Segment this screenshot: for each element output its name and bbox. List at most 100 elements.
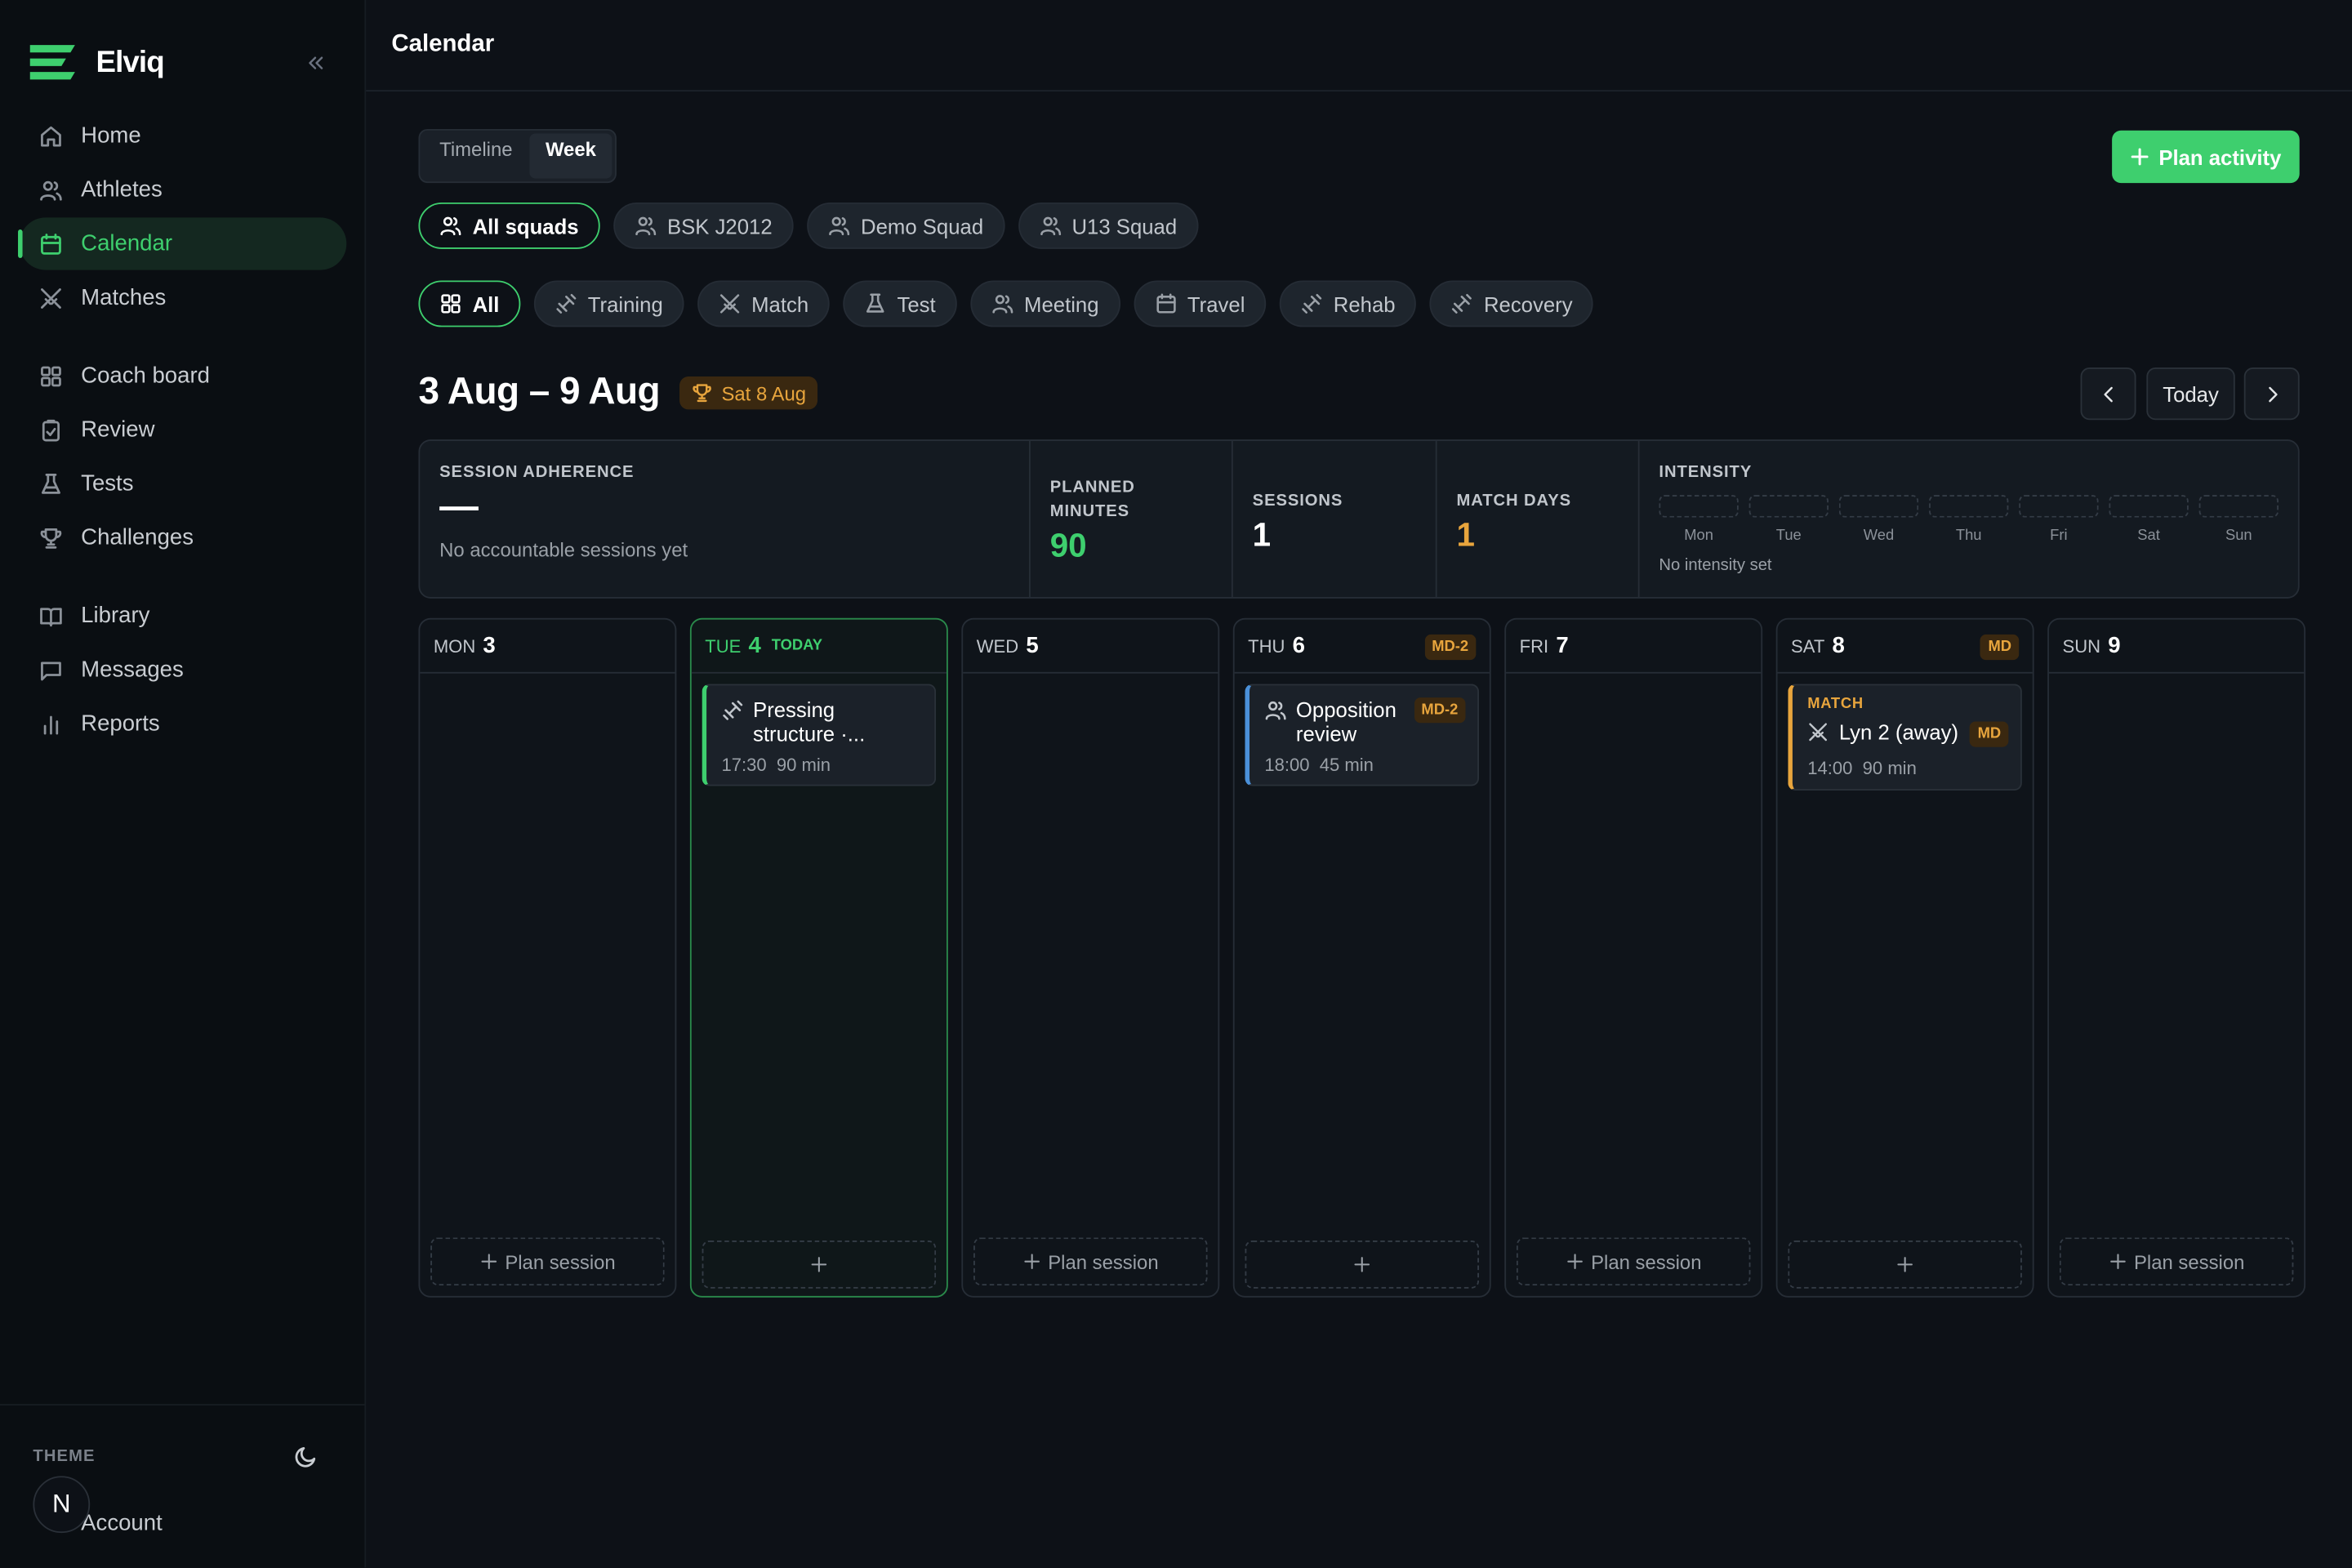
stat-label: MATCH DAYS bbox=[1456, 492, 1572, 510]
calendar-icon bbox=[41, 233, 61, 254]
plan-session-button[interactable]: Plan session bbox=[973, 1237, 1208, 1286]
type-chip-recovery[interactable]: Recovery bbox=[1429, 280, 1594, 327]
chip-label: BSK J2012 bbox=[666, 213, 773, 238]
swords-icon bbox=[1809, 723, 1827, 742]
sidebar-item-athletes[interactable]: Athletes bbox=[20, 163, 346, 216]
sidebar-item-library[interactable]: Library bbox=[20, 590, 346, 642]
day-column-tue[interactable]: TUE 4 TODAY Pressing structure ·... 17:30… bbox=[689, 617, 948, 1298]
day-column-fri[interactable]: FRI 7 Plan session bbox=[1504, 617, 1763, 1298]
plan-session-button[interactable] bbox=[702, 1240, 937, 1289]
sidebar-item-label: Athletes bbox=[81, 176, 163, 203]
grid-icon bbox=[41, 365, 61, 386]
stat-label-line: PLANNED bbox=[1049, 478, 1135, 497]
sidebar-item-home[interactable]: Home bbox=[20, 109, 346, 162]
event-meta: 17:30 90 min bbox=[721, 755, 831, 776]
view-option-week[interactable]: Week bbox=[528, 133, 613, 179]
users-icon bbox=[828, 216, 849, 236]
intensity-day-labels: Mon Tue Wed Thu Fri Sat Sun bbox=[1659, 528, 2278, 545]
day-column-wed[interactable]: WED 5 Plan session bbox=[961, 617, 1220, 1298]
squad-chip-demo-squad[interactable]: Demo Squad bbox=[806, 202, 1004, 249]
plan-activity-button[interactable]: Plan activity bbox=[2112, 130, 2300, 184]
sidebar-item-coach-board[interactable]: Coach board bbox=[20, 350, 346, 402]
type-chip-rehab[interactable]: Rehab bbox=[1279, 280, 1417, 327]
match-badge-label: Sat 8 Aug bbox=[721, 381, 807, 404]
event-card-training[interactable]: Pressing structure ·... 17:30 90 min bbox=[702, 684, 937, 786]
plus-icon bbox=[1023, 1254, 1040, 1269]
sidebar-item-calendar[interactable]: Calendar bbox=[18, 217, 347, 270]
sidebar-item-label: Calendar bbox=[81, 230, 172, 257]
squad-chip-bsk-j2012[interactable]: BSK J2012 bbox=[612, 202, 794, 249]
event-time: 14:00 bbox=[1807, 757, 1853, 779]
plan-session-button[interactable] bbox=[1245, 1240, 1480, 1289]
day-number: 5 bbox=[1026, 633, 1039, 659]
logo-icon bbox=[29, 45, 75, 80]
day-column-thu[interactable]: THU 6 MD-2 Opposition review MD-2 18:00 4… bbox=[1232, 617, 1491, 1298]
sidebar-item-tests[interactable]: Tests bbox=[20, 457, 346, 510]
plan-session-button[interactable]: Plan session bbox=[2059, 1237, 2294, 1286]
event-time: 17:30 bbox=[721, 754, 767, 776]
sidebar-nav: Home Athletes Calendar Matches Coach boa… bbox=[18, 109, 347, 751]
sidebar-item-matches[interactable]: Matches bbox=[20, 271, 346, 323]
day-number: 6 bbox=[1292, 633, 1305, 659]
match-day-tag: MD-2 bbox=[1424, 634, 1477, 661]
chip-label: Recovery bbox=[1483, 292, 1573, 316]
users-icon bbox=[1040, 216, 1061, 236]
day-of-week: WED bbox=[976, 635, 1019, 657]
week-grid: MON 3 Plan session TUE 4 TODAY Pressing s… bbox=[418, 617, 2306, 1298]
previous-week-button[interactable] bbox=[2080, 367, 2136, 421]
book-icon bbox=[40, 607, 62, 626]
intensity-day: Tue bbox=[1775, 528, 1802, 545]
stat-label: INTENSITY bbox=[1659, 463, 1753, 482]
event-title-line: Opposition bbox=[1295, 697, 1396, 722]
event-card-meeting[interactable]: Opposition review MD-2 18:00 45 min bbox=[1245, 684, 1480, 786]
plus-icon bbox=[2109, 1254, 2126, 1269]
plan-session-button[interactable]: Plan session bbox=[430, 1237, 665, 1286]
day-number: 4 bbox=[748, 633, 761, 659]
view-option-timeline[interactable]: Timeline bbox=[423, 133, 529, 178]
event-card-match[interactable]: MATCH Lyn 2 (away) MD 14:00 90 min bbox=[1788, 684, 2022, 791]
squad-chip-all[interactable]: All squads bbox=[418, 202, 600, 249]
message-icon bbox=[41, 661, 61, 680]
grid-icon bbox=[441, 294, 461, 314]
event-duration: 90 min bbox=[776, 754, 831, 776]
day-column-mon[interactable]: MON 3 Plan session bbox=[418, 617, 677, 1298]
plan-session-button[interactable] bbox=[1788, 1240, 2022, 1289]
sidebar-item-messages[interactable]: Messages bbox=[20, 644, 346, 696]
plus-icon bbox=[1566, 1254, 1583, 1269]
intensity-bars bbox=[1659, 495, 2278, 518]
day-header: THU 6 MD-2 bbox=[1234, 620, 1490, 674]
account-link[interactable]: Account bbox=[81, 1511, 163, 1536]
type-chip-travel[interactable]: Travel bbox=[1133, 280, 1267, 327]
avatar[interactable]: N bbox=[33, 1476, 91, 1534]
plan-session-label: Plan session bbox=[2134, 1250, 2245, 1273]
type-chip-meeting[interactable]: Meeting bbox=[969, 280, 1120, 327]
type-chip-test[interactable]: Test bbox=[843, 280, 957, 327]
intensity-box bbox=[1929, 495, 2009, 518]
type-chip-match[interactable]: Match bbox=[697, 280, 830, 327]
brand[interactable]: Elviq bbox=[27, 42, 165, 83]
squad-chip-u13-squad[interactable]: U13 Squad bbox=[1018, 202, 1198, 249]
today-button[interactable]: Today bbox=[2146, 367, 2235, 421]
match-day-tag: MD bbox=[1980, 634, 2020, 661]
type-chip-training[interactable]: Training bbox=[533, 280, 684, 327]
sidebar-footer: THEME Account N bbox=[0, 1404, 367, 1567]
collapse-sidebar-button[interactable] bbox=[303, 50, 330, 77]
next-week-button[interactable] bbox=[2243, 367, 2300, 421]
type-chip-all[interactable]: All bbox=[418, 280, 521, 327]
sidebar-item-label: Tests bbox=[81, 470, 134, 497]
sidebar-item-label: Coach board bbox=[81, 363, 210, 389]
event-duration: 90 min bbox=[1862, 757, 1917, 779]
moon-icon bbox=[295, 1446, 316, 1468]
event-title-line: review bbox=[1295, 721, 1357, 746]
day-column-sat[interactable]: SAT 8 MD MATCH Lyn 2 (away) MD 14:00 90 … bbox=[1775, 617, 2034, 1298]
plan-session-button[interactable]: Plan session bbox=[1516, 1237, 1751, 1286]
sidebar-item-review[interactable]: Review bbox=[20, 403, 346, 456]
day-column-sun[interactable]: SUN 9 Plan session bbox=[2047, 617, 2306, 1298]
chip-label: Training bbox=[587, 292, 663, 316]
sidebar-item-challenges[interactable]: Challenges bbox=[20, 511, 346, 564]
chevron-right-icon bbox=[2268, 385, 2277, 402]
sidebar-item-label: Matches bbox=[81, 284, 167, 311]
theme-toggle-button[interactable] bbox=[294, 1445, 318, 1468]
sidebar-item-reports[interactable]: Reports bbox=[20, 697, 346, 750]
event-md-tag: MD bbox=[1970, 721, 2009, 747]
